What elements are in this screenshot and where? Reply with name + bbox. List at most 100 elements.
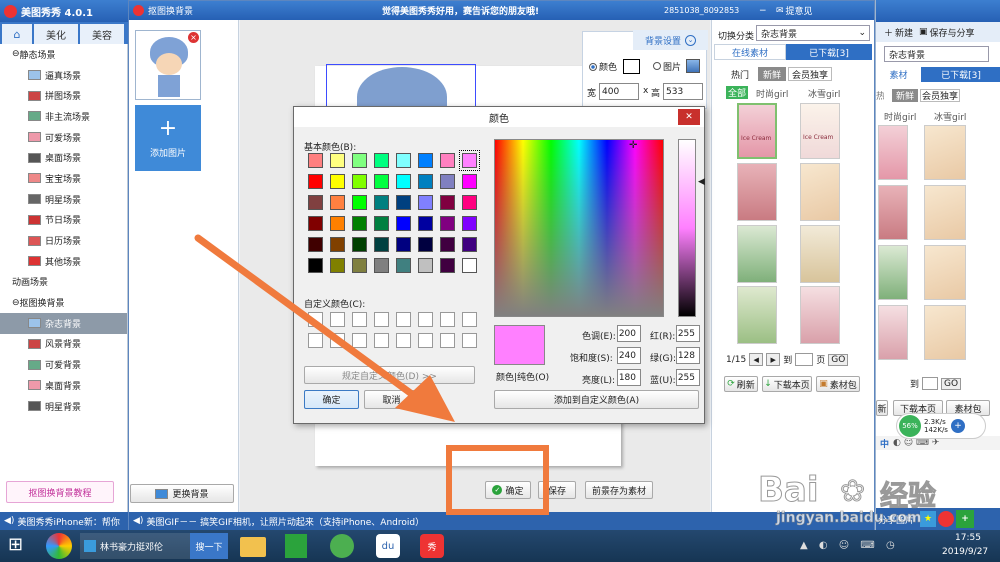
material-thumb-7[interactable] — [737, 286, 777, 344]
basic-color-swatch[interactable] — [374, 195, 389, 210]
tree-group[interactable]: ⊖ 抠图换背景 — [0, 292, 127, 313]
material-thumb-8[interactable] — [800, 286, 840, 344]
go-button[interactable]: GO — [828, 353, 849, 366]
basic-color-swatch[interactable] — [440, 258, 455, 273]
category-select[interactable]: 杂志背景 ⌄ — [756, 25, 870, 41]
tray-icons[interactable]: ▲ ◐ ☺ ⌨ ◷ — [800, 540, 899, 551]
define-custom-button[interactable]: 规定自定义颜色(D) >> — [304, 366, 475, 384]
tree-item[interactable]: 日历场景 — [0, 230, 127, 251]
basic-color-swatch[interactable] — [308, 174, 323, 189]
back-thumb-5[interactable] — [878, 245, 908, 300]
clock-time[interactable]: 17:55 — [955, 533, 981, 543]
next-page-button[interactable]: ▶ — [766, 353, 781, 366]
tree-item[interactable]: 桌面场景 — [0, 147, 127, 168]
basic-color-swatch[interactable] — [396, 153, 411, 168]
basic-color-swatch[interactable] — [308, 258, 323, 273]
back-sub-fashion[interactable]: 时尚girl — [884, 110, 916, 123]
custom-color-swatch[interactable] — [330, 312, 345, 327]
basic-color-swatch[interactable] — [330, 237, 345, 252]
sat-input[interactable]: 240 — [617, 347, 641, 364]
basic-color-swatch[interactable] — [308, 216, 323, 231]
tree-item[interactable]: 节日场景 — [0, 210, 127, 231]
basic-color-swatch[interactable] — [352, 216, 367, 231]
tree-item[interactable]: 明星场景 — [0, 189, 127, 210]
material-thumb-2[interactable]: Ice Cream — [800, 103, 840, 159]
basic-color-swatch[interactable] — [396, 216, 411, 231]
tree-item[interactable]: 拼图场景 — [0, 85, 127, 106]
tree-item[interactable]: 逼真场景 — [0, 65, 127, 86]
tab-beauty[interactable]: 美容 — [80, 24, 124, 44]
lum-input[interactable]: 180 — [617, 369, 641, 386]
basic-color-swatch[interactable] — [352, 174, 367, 189]
basic-color-swatch[interactable] — [374, 216, 389, 231]
tab-online[interactable]: 在线素材 — [714, 44, 786, 60]
custom-color-swatch[interactable] — [308, 333, 323, 348]
color-spectrum[interactable]: ✛ — [494, 139, 664, 317]
back-sub-ice[interactable]: 冰雪girl — [934, 110, 966, 123]
custom-color-swatch[interactable] — [374, 312, 389, 327]
basic-color-swatch[interactable] — [462, 174, 477, 189]
feedback-button[interactable]: ✉ 提意见 — [776, 4, 813, 18]
custom-color-swatch[interactable] — [418, 312, 433, 327]
custom-color-swatch[interactable] — [418, 333, 433, 348]
expand-icon[interactable]: ⊖ — [12, 298, 20, 308]
bg-image-option[interactable]: 图片 — [653, 59, 701, 73]
basic-color-swatch[interactable] — [352, 195, 367, 210]
meitu-icon[interactable]: 秀 — [420, 534, 444, 558]
tree-item[interactable]: 可爱场景 — [0, 127, 127, 148]
basic-color-swatch[interactable] — [308, 195, 323, 210]
back-category-select[interactable]: 杂志背景 — [884, 46, 989, 62]
basic-color-swatch[interactable] — [396, 237, 411, 252]
add-image-button[interactable]: + 添加图片 — [135, 105, 201, 171]
change-bg-button[interactable]: 更换背景 — [130, 484, 234, 503]
basic-color-swatch[interactable] — [418, 174, 433, 189]
share-label[interactable]: 分享图片 — [878, 513, 914, 526]
speed-widget[interactable]: 56% 2.3K/s 142K/s + — [896, 413, 986, 439]
back-page-input[interactable] — [922, 377, 939, 390]
material-thumb-4[interactable] — [800, 163, 840, 221]
basic-color-swatch[interactable] — [396, 174, 411, 189]
height-input[interactable]: 533 — [663, 83, 703, 100]
back-thumb-6[interactable] — [924, 245, 966, 300]
green-input[interactable]: 128 — [676, 347, 700, 364]
blue-input[interactable]: 255 — [676, 369, 700, 386]
search-button[interactable]: 搜一下 — [190, 533, 228, 559]
weibo-icon[interactable] — [938, 511, 955, 527]
material-thumb-3[interactable] — [737, 163, 777, 221]
save-button[interactable]: 保存 — [538, 481, 576, 499]
basic-color-swatch[interactable] — [374, 153, 389, 168]
page-input[interactable] — [795, 353, 814, 366]
basic-color-swatch[interactable] — [352, 237, 367, 252]
filter-hot[interactable]: 热门 — [726, 67, 754, 81]
filter-new[interactable]: 新鲜 — [758, 67, 786, 81]
back-filter-new[interactable]: 新鲜 — [892, 89, 918, 102]
basic-color-swatch[interactable] — [330, 153, 345, 168]
custom-color-swatch[interactable] — [352, 312, 367, 327]
tab-beautify[interactable]: 美化 — [34, 24, 78, 44]
basic-color-swatch[interactable] — [462, 258, 477, 273]
material-thumb-1[interactable]: Ice Cream — [737, 103, 777, 159]
browser-app-icon[interactable] — [46, 533, 72, 559]
tree-item[interactable]: 明星背景 — [0, 396, 127, 417]
dialog-ok-button[interactable]: 确定 — [304, 390, 359, 409]
custom-color-swatch[interactable] — [374, 333, 389, 348]
basic-color-swatch[interactable] — [374, 258, 389, 273]
tab-downloaded[interactable]: 已下载[3] — [786, 44, 872, 60]
basic-color-swatch[interactable] — [462, 216, 477, 231]
minimize-button[interactable]: − — [759, 6, 767, 16]
basic-color-swatch[interactable] — [330, 174, 345, 189]
home-tab[interactable]: ⌂ — [2, 24, 32, 44]
bg-color-option[interactable]: 颜色 — [589, 59, 641, 74]
material-thumb-6[interactable] — [800, 225, 840, 283]
tree-item[interactable]: 宝宝场景 — [0, 168, 127, 189]
basic-color-swatch[interactable] — [440, 174, 455, 189]
sub-ice[interactable]: 冰雪girl — [808, 87, 840, 100]
custom-color-swatch[interactable] — [330, 333, 345, 348]
basic-color-swatch[interactable] — [440, 153, 455, 168]
back-filter-vip[interactable]: 会员独享 — [920, 89, 960, 102]
add-green-icon[interactable]: + — [956, 510, 975, 528]
back-tab-material[interactable]: 素材 — [876, 67, 921, 82]
luminance-arrow-icon[interactable]: ◀ — [698, 177, 705, 187]
tree-group[interactable]: ⊖ 静态场景 — [0, 44, 127, 65]
basic-color-swatch[interactable] — [418, 258, 433, 273]
